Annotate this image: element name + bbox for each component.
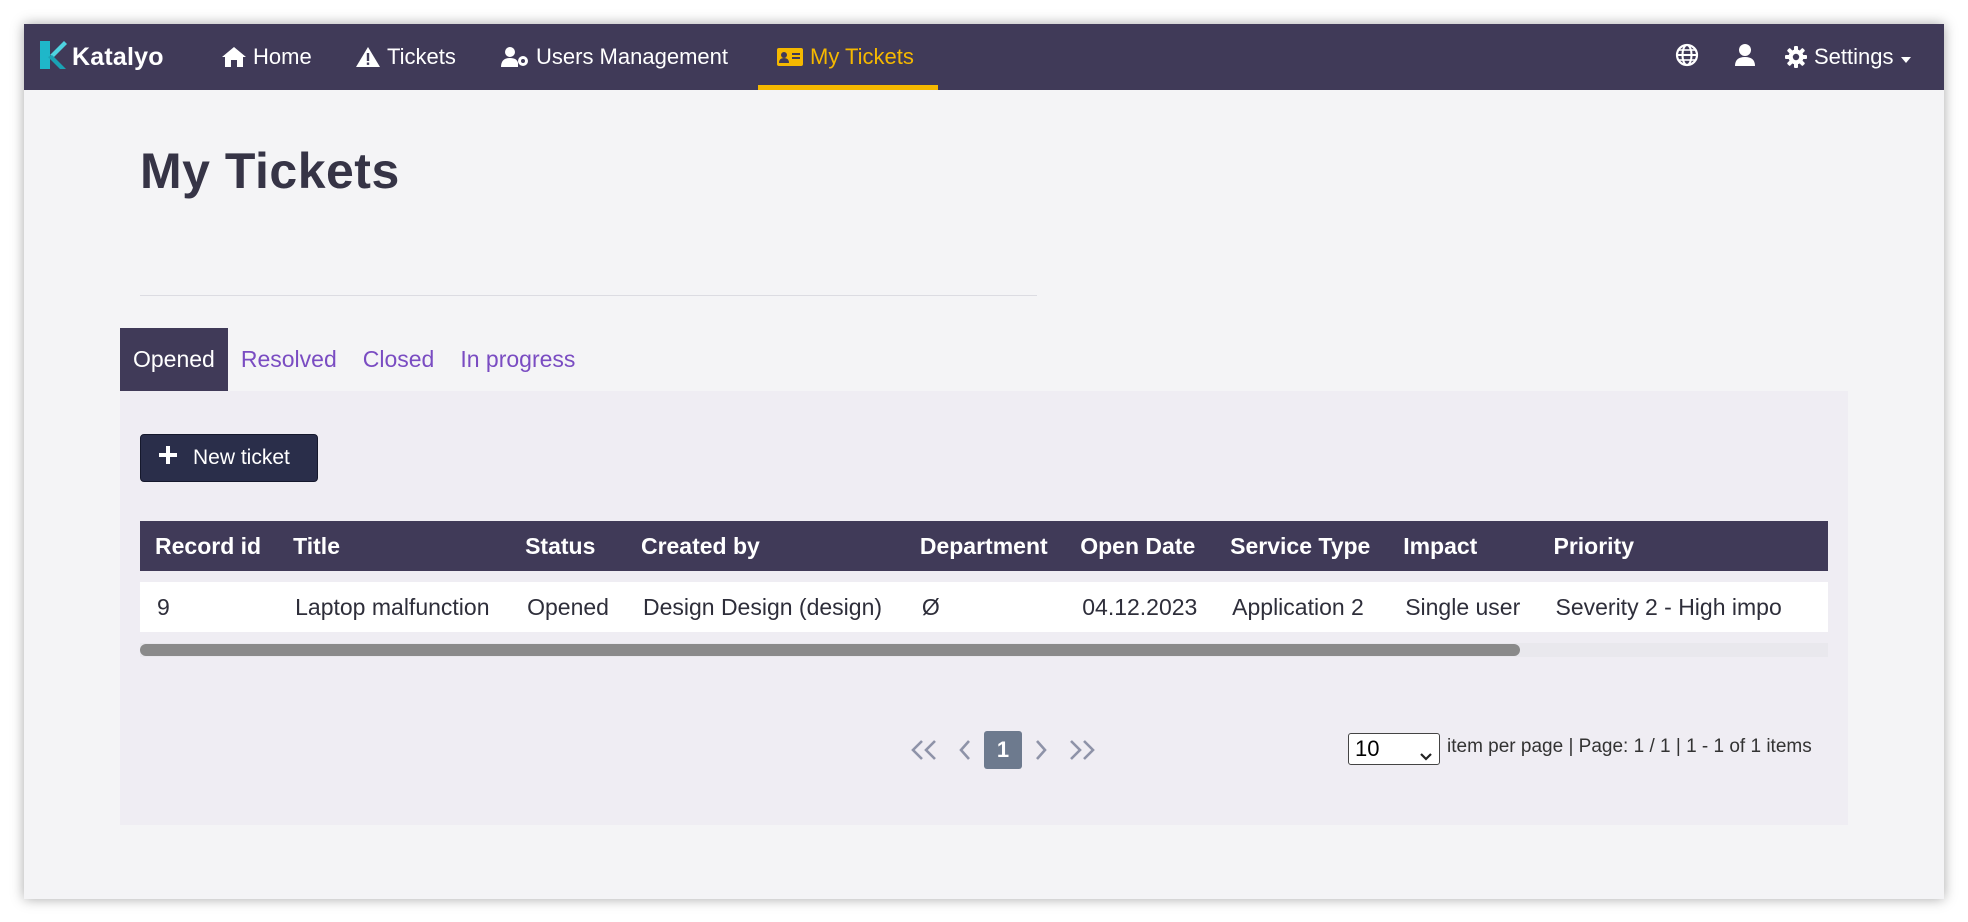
nav-label-my-tickets: My Tickets	[810, 44, 914, 69]
cell-impact: Single user	[1405, 593, 1521, 620]
tab-opened[interactable]: Opened	[120, 328, 228, 391]
nav-label-tickets: Tickets	[387, 44, 456, 69]
id-card-icon	[776, 47, 804, 67]
table-spacer	[140, 571, 1828, 582]
user-gear-icon	[500, 46, 530, 68]
pagination-info: item per page | Page: 1 / 1 | 1 - 1 of 1…	[1447, 736, 1812, 757]
cell-service-type: Application 2	[1232, 593, 1364, 620]
chevron-left-icon	[959, 740, 970, 760]
globe-icon	[1675, 43, 1699, 72]
tickets-table: Record id Title Status Created by Depart…	[140, 521, 1828, 632]
tab-in-progress[interactable]: In progress	[447, 328, 588, 391]
page-title: My Tickets	[140, 143, 400, 199]
cell-department: Ø	[921, 593, 940, 620]
cell-status: Opened	[527, 593, 609, 620]
cell-created-by: Design Design (design)	[642, 593, 883, 620]
top-navbar: Katalyo Home Tickets Users Management My	[24, 24, 1944, 90]
brand-logo[interactable]: Katalyo	[38, 39, 164, 75]
nav-item-home[interactable]: Home	[221, 24, 312, 90]
status-tabs: Opened Resolved Closed In progress	[120, 328, 588, 391]
cell-record-id: 9	[157, 593, 170, 620]
warning-icon	[355, 46, 381, 68]
double-chevron-right-icon	[1070, 740, 1095, 760]
gear-icon	[1784, 45, 1808, 69]
user-icon	[1734, 43, 1756, 72]
prev-page-button[interactable]	[958, 739, 972, 761]
tab-resolved[interactable]: Resolved	[228, 328, 350, 391]
tickets-table-container: Record id Title Status Created by Depart…	[140, 521, 1828, 632]
nav-label-home: Home	[253, 44, 312, 69]
title-divider	[140, 295, 1037, 296]
brand-name: Katalyo	[72, 42, 164, 71]
home-icon	[221, 46, 247, 68]
nav-label-users-management: Users Management	[536, 44, 728, 69]
user-profile-button[interactable]	[1734, 24, 1756, 90]
column-header-created-by[interactable]: Created by	[626, 521, 905, 571]
cell-title: Laptop malfunction	[295, 593, 490, 620]
double-chevron-left-icon	[911, 740, 936, 760]
column-header-status[interactable]: Status	[510, 521, 626, 571]
tab-closed[interactable]: Closed	[350, 328, 448, 391]
plus-icon	[159, 446, 177, 470]
page-size-value: 10	[1355, 736, 1380, 761]
caret-down-icon	[1900, 44, 1912, 70]
katalyo-logo-icon	[38, 39, 68, 76]
language-button[interactable]	[1675, 24, 1699, 90]
column-header-title[interactable]: Title	[278, 521, 510, 571]
app-window: Katalyo Home Tickets Users Management My	[24, 24, 1944, 899]
next-page-button[interactable]	[1034, 739, 1048, 761]
select-chevron-down-icon	[1419, 742, 1433, 768]
pagination: 1	[910, 730, 1096, 770]
page-number-current[interactable]: 1	[984, 731, 1022, 769]
page-size-select[interactable]: 10	[1348, 733, 1440, 765]
cell-priority: Severity 2 - High impo	[1555, 593, 1782, 620]
nav-item-users-management[interactable]: Users Management	[500, 24, 728, 90]
column-header-record-id[interactable]: Record id	[140, 521, 278, 571]
first-page-button[interactable]	[910, 739, 940, 761]
last-page-button[interactable]	[1066, 739, 1096, 761]
table-horizontal-scrollbar[interactable]	[140, 643, 1828, 657]
new-ticket-button[interactable]: New ticket	[140, 434, 318, 482]
settings-dropdown[interactable]: Settings	[1784, 24, 1912, 90]
table-row[interactable]: 9 Laptop malfunction Opened Design Desig…	[140, 582, 1828, 632]
column-header-department[interactable]: Department	[905, 521, 1065, 571]
cell-open-date: 04.12.2023	[1082, 593, 1198, 620]
column-header-open-date[interactable]: Open Date	[1065, 521, 1215, 571]
chevron-right-icon	[1036, 740, 1047, 760]
scrollbar-thumb[interactable]	[140, 644, 1520, 656]
new-ticket-label: New ticket	[193, 446, 290, 469]
settings-label: Settings	[1814, 44, 1894, 69]
nav-item-my-tickets[interactable]: My Tickets	[758, 24, 938, 90]
column-header-service-type[interactable]: Service Type	[1215, 521, 1388, 571]
table-header-row: Record id Title Status Created by Depart…	[140, 521, 1828, 571]
tickets-panel: New ticket Record id Title Status Create…	[120, 391, 1848, 825]
column-header-impact[interactable]: Impact	[1388, 521, 1538, 571]
column-header-priority[interactable]: Priority	[1538, 521, 1828, 571]
nav-item-tickets[interactable]: Tickets	[355, 24, 456, 90]
